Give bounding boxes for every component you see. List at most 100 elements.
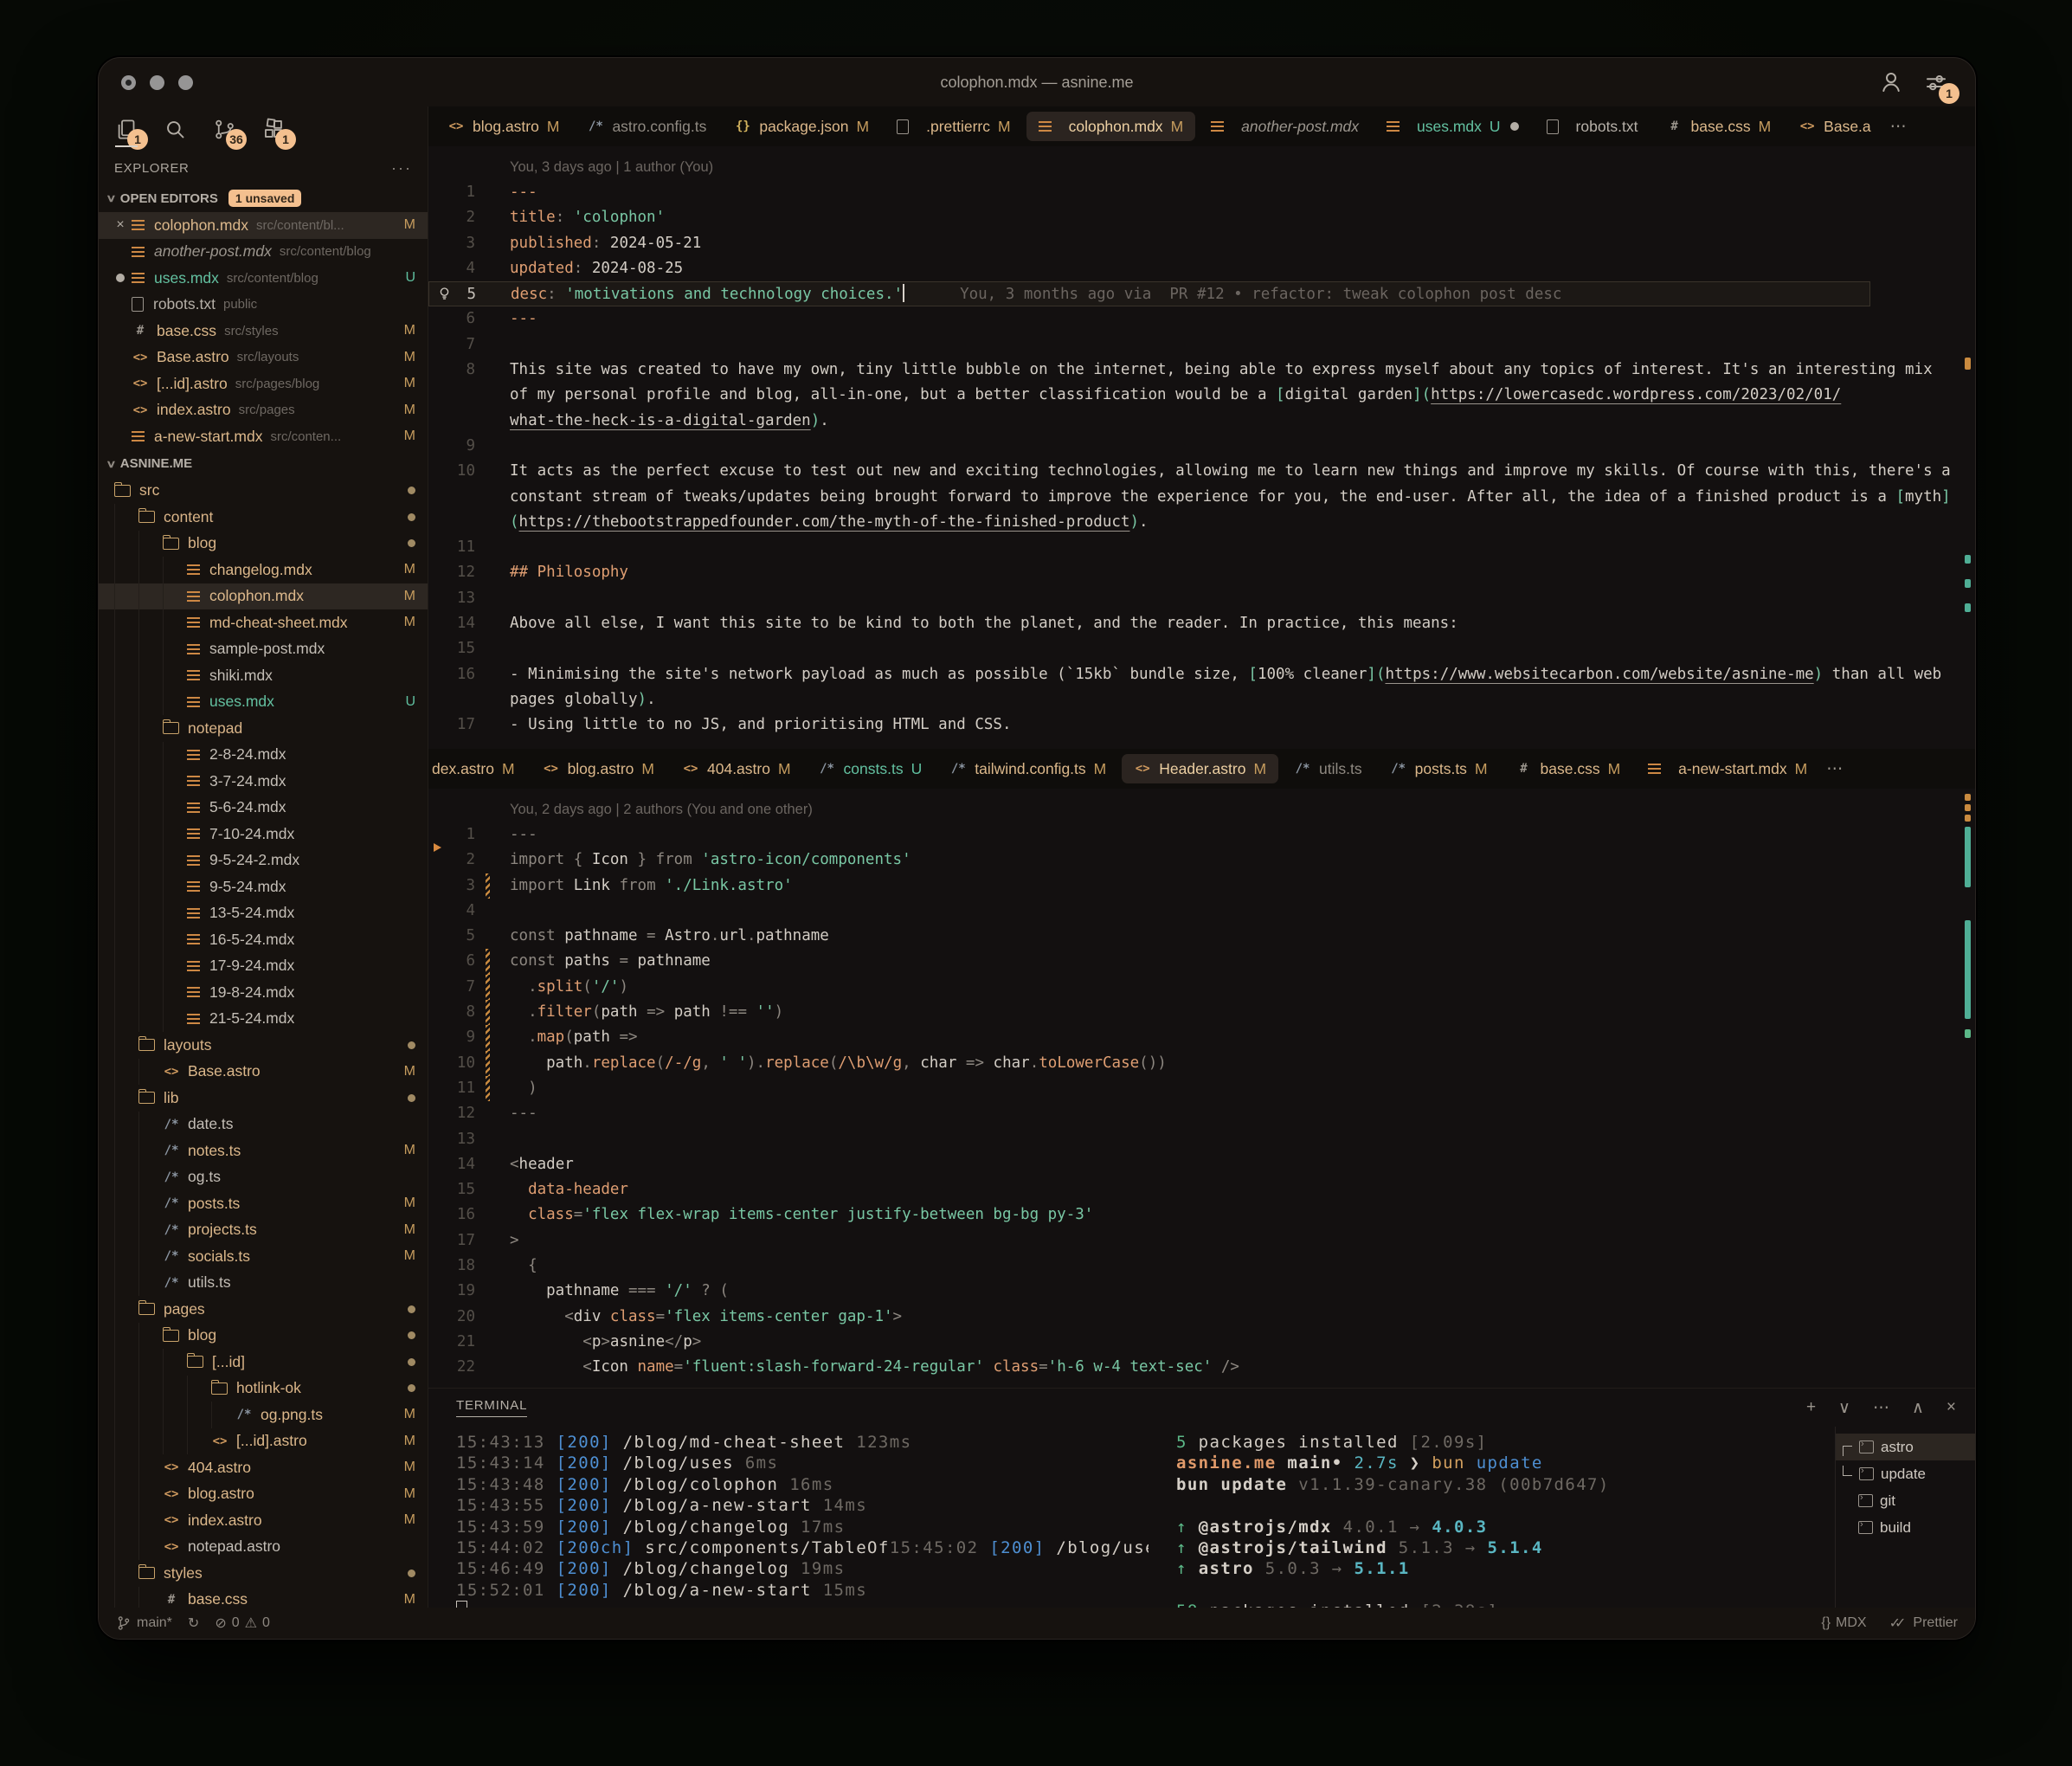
tree-item-Base.astro[interactable]: <> Base.astro M bbox=[99, 1058, 428, 1085]
tab-.prettierrc[interactable]: .prettierrc M bbox=[885, 112, 1022, 141]
workspace-header[interactable]: ∨ ASNINE.ME bbox=[99, 450, 428, 478]
launch-profile-icon[interactable]: ∨ bbox=[1838, 1398, 1850, 1418]
code-line-10[interactable]: 10 path.replace(/-/g, ' ').replace(/\b\w… bbox=[428, 1050, 1975, 1076]
code-line-14[interactable]: 14 <header bbox=[428, 1152, 1975, 1177]
code-line-13[interactable]: 13 bbox=[428, 586, 1975, 611]
code-line-11[interactable]: 11 ) bbox=[428, 1075, 1975, 1102]
tree-item-hotlink-ok[interactable]: hotlink-ok bbox=[99, 1375, 428, 1402]
tab-uses.mdx[interactable]: uses.mdx U bbox=[1374, 112, 1531, 141]
code-line-15[interactable]: 15 data-header bbox=[428, 1177, 1975, 1202]
tree-item-17-9-24.mdx[interactable]: 17-9-24.mdx bbox=[99, 952, 428, 979]
terminal-instance-git[interactable]: git bbox=[1836, 1487, 1975, 1514]
open-editor-Base.astro[interactable]: <> Base.astro src/layouts M bbox=[99, 345, 428, 371]
close-icon[interactable]: × bbox=[109, 217, 132, 233]
tree-item-posts.ts[interactable]: /* posts.ts M bbox=[99, 1190, 428, 1217]
formatter-indicator[interactable]: ✓✓ Prettier bbox=[1889, 1615, 1958, 1632]
open-editor-robots.txt[interactable]: robots.txt public bbox=[99, 292, 428, 319]
code-line-7[interactable]: 7 bbox=[428, 332, 1975, 358]
tab-blog.astro[interactable]: <> blog.astro M bbox=[435, 112, 571, 141]
code-line-10[interactable]: 10 It acts as the perfect excuse to test … bbox=[428, 459, 1975, 484]
traffic-lights[interactable] bbox=[121, 74, 193, 90]
close-panel-icon[interactable]: × bbox=[1947, 1398, 1956, 1417]
tree-item-blog.astro[interactable]: <> blog.astro M bbox=[99, 1480, 428, 1507]
open-editor-base.css[interactable]: # base.css src/styles M bbox=[99, 318, 428, 345]
tab-base.css[interactable]: # base.css M bbox=[1503, 754, 1633, 783]
terminal-tab[interactable]: TERMINAL bbox=[456, 1398, 528, 1417]
code-line-6[interactable]: 6 const paths = pathname bbox=[428, 949, 1975, 975]
code-line-9[interactable]: 9 bbox=[428, 434, 1975, 459]
tree-item-404.astro[interactable]: <> 404.astro M bbox=[99, 1454, 428, 1481]
tree-item-changelog.mdx[interactable]: changelog.mdx M bbox=[99, 557, 428, 583]
problems-indicator[interactable]: ⊘ 0 ⚠ 0 bbox=[215, 1615, 270, 1632]
source-control-icon[interactable]: 36 bbox=[213, 118, 247, 150]
open-editors-header[interactable]: ∨ OPEN EDITORS 1 unsaved bbox=[99, 184, 428, 212]
code-line-13[interactable]: 13 bbox=[428, 1127, 1975, 1152]
explorer-more-icon[interactable]: ··· bbox=[391, 159, 412, 177]
tree-item-notepad[interactable]: notepad bbox=[99, 715, 428, 742]
lightbulb-icon[interactable] bbox=[436, 286, 453, 302]
open-editor-uses.mdx[interactable]: uses.mdx src/content/blog U bbox=[99, 265, 428, 292]
tree-item-date.ts[interactable]: /* date.ts bbox=[99, 1111, 428, 1138]
code-line-9[interactable]: 9 .map(path => bbox=[428, 1025, 1975, 1051]
code-line-8[interactable]: 8 This site was created to have my own, t… bbox=[428, 358, 1975, 383]
search-icon[interactable] bbox=[164, 118, 187, 141]
code-line-5[interactable]: 5 const pathname = Astro.url.pathname bbox=[428, 924, 1975, 949]
terminal-pane-update[interactable]: 5 packages installed [2.09s] asnine.me ma… bbox=[1149, 1427, 1835, 1608]
code-line-wrap[interactable]: (https://thebootstrappedfounder.com/the-… bbox=[428, 510, 1975, 535]
tree-item-og.ts[interactable]: /* og.ts bbox=[99, 1163, 428, 1190]
code-line-19[interactable]: 19 pathname === '/' ? ( bbox=[428, 1279, 1975, 1304]
tab-overflow-icon[interactable]: ⋯ bbox=[1826, 759, 1844, 779]
terminal-instance-build[interactable]: build bbox=[1836, 1514, 1975, 1541]
tab-dex.astro[interactable]: dex.astro M bbox=[428, 754, 527, 783]
tree-item-13-5-24.mdx[interactable]: 13-5-24.mdx bbox=[99, 899, 428, 926]
tree-item-og.png.ts[interactable]: /* og.png.ts M bbox=[99, 1402, 428, 1428]
code-line-wrap[interactable]: of my personal profile and blog, all-in-… bbox=[428, 383, 1975, 408]
tree-item-base.css[interactable]: # base.css M bbox=[99, 1586, 428, 1608]
tab-utils.ts[interactable]: /* utils.ts bbox=[1282, 754, 1374, 783]
tree-item-styles[interactable]: styles bbox=[99, 1560, 428, 1587]
tab-blog.astro[interactable]: <> blog.astro M bbox=[531, 754, 666, 783]
tree-item-utils.ts[interactable]: /* utils.ts bbox=[99, 1269, 428, 1296]
tree-item-notes.ts[interactable]: /* notes.ts M bbox=[99, 1138, 428, 1164]
open-editor-a-new-start.mdx[interactable]: a-new-start.mdx src/conten... M bbox=[99, 423, 428, 450]
tree-item-layouts[interactable]: layouts bbox=[99, 1032, 428, 1059]
tree-item-pages[interactable]: pages bbox=[99, 1296, 428, 1323]
tab-another-post.mdx[interactable]: another-post.mdx bbox=[1199, 112, 1371, 141]
code-line-wrap[interactable]: what-the-heck-is-a-digital-garden). bbox=[428, 409, 1975, 434]
code-line-2[interactable]: 2 import { Icon } from 'astro-icon/compon… bbox=[428, 843, 1975, 873]
tab-404.astro[interactable]: <> 404.astro M bbox=[670, 754, 803, 783]
code-line-20[interactable]: 20 <div class='flex items-center gap-1'> bbox=[428, 1305, 1975, 1330]
tree-item-9-5-24-2.mdx[interactable]: 9-5-24-2.mdx bbox=[99, 847, 428, 873]
terminal-instance-update[interactable]: update bbox=[1836, 1460, 1975, 1487]
tree-item-[...id][interactable]: [...id] bbox=[99, 1349, 428, 1376]
tree-item-uses.mdx[interactable]: uses.mdx U bbox=[99, 688, 428, 715]
tree-item-src[interactable]: src bbox=[99, 478, 428, 505]
tree-item-[...id].astro[interactable]: <> [...id].astro M bbox=[99, 1428, 428, 1454]
maximize-panel-icon[interactable]: ∧ bbox=[1912, 1398, 1924, 1418]
minimize-window-button[interactable] bbox=[150, 74, 164, 90]
open-editor-colophon.mdx[interactable]: × colophon.mdx src/content/bl... M bbox=[99, 212, 428, 239]
code-line-wrap[interactable]: constant stream of tweaks/updates being … bbox=[428, 485, 1975, 510]
code-line-18[interactable]: 18 { bbox=[428, 1254, 1975, 1279]
more-actions-icon[interactable]: ⋯ bbox=[1873, 1398, 1889, 1418]
tab-base.css[interactable]: # base.css M bbox=[1654, 112, 1784, 141]
sync-icon[interactable]: ↻ bbox=[188, 1615, 199, 1632]
tree-item-21-5-24.mdx[interactable]: 21-5-24.mdx bbox=[99, 1005, 428, 1032]
tree-item-projects.ts[interactable]: /* projects.ts M bbox=[99, 1216, 428, 1243]
language-mode[interactable]: {} MDX bbox=[1821, 1615, 1866, 1631]
tab-tailwind.config.ts[interactable]: /* tailwind.config.ts M bbox=[937, 754, 1118, 783]
tree-item-content[interactable]: content bbox=[99, 504, 428, 531]
account-icon[interactable] bbox=[1878, 69, 1904, 95]
code-line-1[interactable]: 1 --- bbox=[428, 180, 1975, 205]
tree-item-2-8-24.mdx[interactable]: 2-8-24.mdx bbox=[99, 741, 428, 768]
editor-colophon[interactable]: You, 3 days ago | 1 author (You) 1 --- 2 tit… bbox=[428, 146, 1975, 749]
tree-item-colophon.mdx[interactable]: colophon.mdx M bbox=[99, 583, 428, 609]
code-line-3[interactable]: 3 import Link from './Link.astro' bbox=[428, 873, 1975, 899]
new-terminal-icon[interactable]: + bbox=[1806, 1398, 1816, 1417]
tab-Header.astro[interactable]: <> Header.astro M bbox=[1122, 754, 1279, 783]
code-line-12[interactable]: 12 --- bbox=[428, 1101, 1975, 1126]
explorer-icon[interactable]: 1 bbox=[114, 118, 148, 150]
code-line-7[interactable]: 7 .split('/') bbox=[428, 974, 1975, 1001]
code-line-3[interactable]: 3 published: 2024-05-21 bbox=[428, 231, 1975, 256]
editor-header-astro[interactable]: You, 2 days ago | 2 authors (You and one… bbox=[428, 789, 1975, 1388]
